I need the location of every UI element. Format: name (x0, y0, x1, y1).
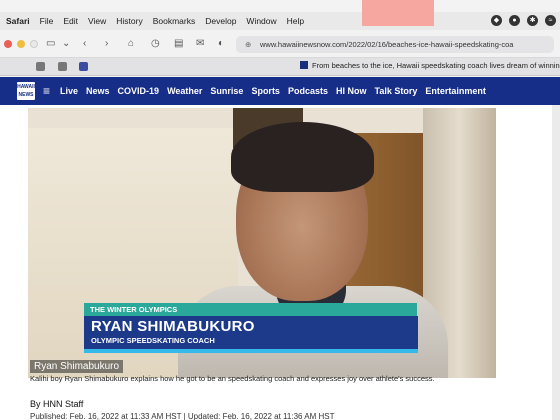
nav-hi-now[interactable]: HI Now (336, 86, 367, 96)
forward-icon[interactable]: › (105, 38, 108, 49)
logo-text: HAWAII NEWS NOW (17, 84, 35, 106)
lower-third-name: RYAN SHIMABUKURO (91, 318, 255, 335)
nav-sunrise[interactable]: Sunrise (210, 86, 243, 96)
menu-history[interactable]: History (116, 16, 142, 26)
wifi-icon[interactable]: ≈ (545, 15, 556, 26)
nav-podcasts[interactable]: Podcasts (288, 86, 328, 96)
video-corner-caption: Ryan Shimabukuro (30, 360, 124, 373)
menu-icon[interactable]: ≡ (43, 84, 50, 98)
nav-links: Live News COVID-19 Weather Sunrise Sport… (60, 86, 494, 96)
menu-bar: Safari File Edit View History Bookmarks … (0, 12, 560, 30)
print-icon[interactable]: ▤ (174, 38, 183, 49)
lock-icon: ⊕ (245, 40, 252, 49)
site-nav: HAWAII NEWS NOW ≡ Live News COVID-19 Wea… (0, 77, 560, 106)
nav-entertainment[interactable]: Entertainment (425, 86, 486, 96)
screen: Safari File Edit View History Bookmarks … (0, 0, 560, 420)
shield-icon[interactable] (79, 62, 88, 71)
back-icon[interactable]: ‹ (83, 38, 86, 49)
menu-app[interactable]: Safari (6, 16, 30, 26)
status-tray: ◆ ● ✱ ≈ (491, 15, 556, 26)
mail-icon[interactable]: ✉ (196, 38, 204, 49)
nav-live[interactable]: Live (60, 86, 78, 96)
nav-weather[interactable]: Weather (167, 86, 202, 96)
shield-icon[interactable]: ◐ (218, 38, 224, 49)
lower-third: RYAN SHIMABUKURO OLYMPIC SPEEDSKATING CO… (84, 316, 418, 349)
byline: By HNN Staff (30, 399, 84, 409)
url-text: www.hawaiinewsnow.com/2022/02/16/beaches… (260, 40, 514, 49)
zoom-button[interactable] (30, 40, 38, 48)
menu-view[interactable]: View (88, 16, 106, 26)
home-icon[interactable]: ⌂ (128, 38, 134, 49)
menu-edit[interactable]: Edit (63, 16, 78, 26)
lower-third-role: OLYMPIC SPEEDSKATING COACH (91, 336, 215, 345)
nav-talk-story[interactable]: Talk Story (374, 86, 417, 96)
site-logo[interactable]: HAWAII NEWS NOW (17, 82, 35, 106)
video-caption: Kalihi boy Ryan Shimabukuro explains how… (30, 374, 435, 383)
window-controls (4, 40, 38, 48)
bookmark-icon[interactable] (58, 62, 67, 71)
sidebar-icon[interactable]: ▭ (46, 38, 55, 49)
video-player[interactable]: THE WINTER OLYMPICS RYAN SHIMABUKURO OLY… (28, 108, 496, 378)
status-icon[interactable]: ● (509, 15, 520, 26)
browser-toolbar: ▭ ⌄ ‹ › ⌂ ◷ ▤ ✉ ◐ ⊕ www.hawaiinewsnow.co… (0, 30, 560, 58)
bluetooth-icon[interactable]: ✱ (527, 15, 538, 26)
tab-bar: From beaches to the ice, Hawaii speedska… (0, 58, 560, 76)
menu-develop[interactable]: Develop (205, 16, 236, 26)
nav-news[interactable]: News (86, 86, 110, 96)
close-button[interactable] (4, 40, 12, 48)
lower-third-stripe (84, 349, 418, 353)
menu-file[interactable]: File (40, 16, 54, 26)
menu-bookmarks[interactable]: Bookmarks (153, 16, 196, 26)
tab-active-title[interactable]: From beaches to the ice, Hawaii speedska… (300, 61, 560, 70)
nav-sports[interactable]: Sports (251, 86, 280, 96)
publish-date: Published: Feb. 16, 2022 at 11:33 AM HST… (30, 412, 335, 420)
bookmark-icon[interactable] (36, 62, 45, 71)
menu-window[interactable]: Window (246, 16, 276, 26)
minimize-button[interactable] (17, 40, 25, 48)
lower-third-tag: THE WINTER OLYMPICS (84, 303, 417, 316)
status-icon[interactable]: ◆ (491, 15, 502, 26)
nav-covid[interactable]: COVID-19 (118, 86, 160, 96)
address-bar[interactable]: ⊕ www.hawaiinewsnow.com/2022/02/16/beach… (236, 36, 554, 53)
sticky-note (362, 0, 434, 26)
article-page: THE WINTER OLYMPICS RYAN SHIMABUKURO OLY… (0, 105, 560, 420)
chevron-down-icon[interactable]: ⌄ (62, 38, 70, 49)
person-hair (231, 122, 374, 192)
history-icon[interactable]: ◷ (151, 38, 160, 49)
scrollbar[interactable] (552, 105, 560, 420)
menu-help[interactable]: Help (287, 16, 304, 26)
